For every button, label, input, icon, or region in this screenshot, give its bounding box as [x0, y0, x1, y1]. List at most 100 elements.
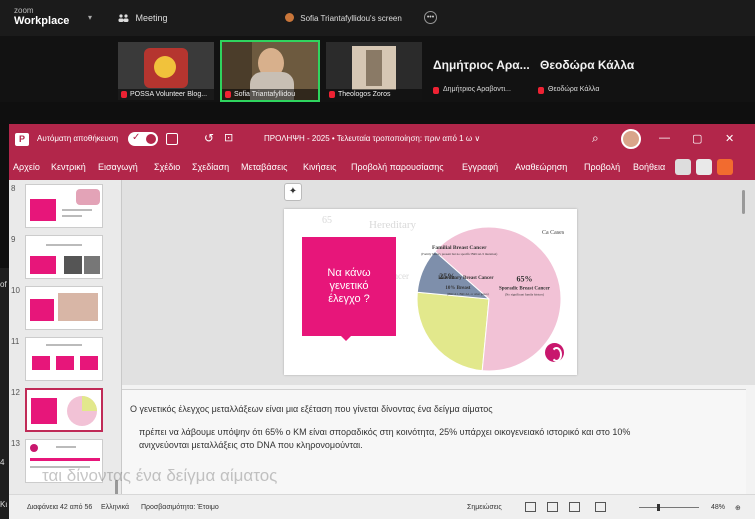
- save-icon[interactable]: [166, 133, 178, 145]
- chart-legend-title: Ca Cases: [542, 230, 565, 236]
- meeting-button[interactable]: Meeting: [118, 13, 168, 23]
- reading-view-icon[interactable]: [569, 502, 580, 512]
- tab-home[interactable]: Κεντρική: [51, 162, 86, 172]
- search-icon[interactable]: ⌕: [592, 131, 599, 146]
- slide-thumbnail-selected[interactable]: [25, 388, 103, 432]
- thumb-number: 9: [11, 235, 16, 244]
- gallery-fragment: of: [0, 280, 7, 289]
- organization-logo-icon: [545, 343, 564, 362]
- slice-label: Sporadic Breast Cancer: [499, 287, 551, 292]
- slide-thumbnail[interactable]: [25, 286, 103, 330]
- status-bar: Διαφάνεια 42 από 56 Ελληνικά Προσβασιμότ…: [9, 494, 755, 519]
- shared-screen-label: Sofia Triantafyllidou's screen: [285, 13, 402, 23]
- user-avatar[interactable]: [621, 129, 641, 149]
- fit-slide-icon[interactable]: ⊕: [735, 504, 741, 512]
- normal-view-icon[interactable]: [525, 502, 536, 512]
- thumb-number: 11: [11, 337, 20, 346]
- participant-name: Theologos Zoros: [326, 89, 422, 100]
- tab-animations[interactable]: Κινήσεις: [303, 162, 336, 172]
- thumb-number: 13: [11, 439, 20, 448]
- participant-name-large[interactable]: Θεοδώρα Κάλλα: [540, 58, 634, 72]
- pie-slice: [416, 291, 490, 372]
- gallery-fragment: 4: [0, 458, 5, 467]
- participant-tile[interactable]: Theologos Zoros: [326, 42, 422, 100]
- slide-counter[interactable]: Διαφάνεια 42 από 56: [27, 504, 92, 511]
- participant-subname: Δημήτριος Αραβοντι...: [433, 86, 511, 94]
- slide-sorter-icon[interactable]: [547, 502, 558, 512]
- notes-line: ανιχνεύονται μεταλλάξεις στο DNA που κλη…: [139, 440, 363, 450]
- chevron-down-icon[interactable]: ▾: [88, 13, 92, 22]
- designer-icon[interactable]: ✦: [284, 183, 302, 201]
- edit-area-scrollbar[interactable]: [742, 190, 745, 214]
- thumb-number: 12: [11, 388, 20, 397]
- notes-button[interactable]: Σημειώσεις: [467, 504, 502, 511]
- tab-insert[interactable]: Εισαγωγή: [98, 162, 138, 172]
- notes-line: πρέπει να λάβουμε υπόψην ότι 65% ο ΚΜ εί…: [139, 427, 631, 437]
- people-icon: [118, 14, 129, 22]
- ribbon-tabs: Αρχείο Κεντρική Εισαγωγή Σχέδιο Σχεδίαση…: [9, 155, 755, 180]
- document-title[interactable]: ΠΡΟΛΗΨΗ - 2025 • Τελευταία τροποποίηση: …: [264, 134, 480, 143]
- zoom-logo: zoom Workplace: [14, 5, 69, 27]
- gallery-sliver: of 4 Κι: [0, 268, 9, 519]
- comments-icon[interactable]: [696, 159, 712, 175]
- tab-slideshow[interactable]: Προβολή παρουσίασης: [351, 162, 444, 172]
- mic-muted-icon: [225, 91, 231, 98]
- current-slide[interactable]: 65 Hereditary Sporadic Breast Cancer Να …: [284, 209, 577, 375]
- participant-name: Sofia Triantafyllidou: [222, 89, 318, 100]
- pie-chart: Ca Cases Familial Breast Cancer(Family h…: [416, 226, 565, 372]
- tab-record[interactable]: Εγγραφή: [462, 162, 498, 172]
- thumb-number: 8: [11, 184, 16, 193]
- record-icon[interactable]: [675, 159, 691, 175]
- minimize-icon[interactable]: —: [659, 132, 670, 144]
- tab-view[interactable]: Προβολή: [584, 162, 620, 172]
- slice-sublabel: (No significant family history): [505, 293, 544, 297]
- slide-thumbnail[interactable]: [25, 337, 103, 381]
- mic-muted-icon: [329, 91, 335, 98]
- subtitle-caption: ται δίνοντας ένα δείγμα αίματος: [42, 466, 278, 485]
- notes-line: Ο γενετικός έλεγχος μεταλλάξεων είναι μι…: [130, 404, 493, 414]
- accessibility-status[interactable]: Προσβασιμότητα: Έτοιμο: [141, 504, 219, 511]
- meeting-label: Meeting: [135, 13, 168, 23]
- share-icon[interactable]: [717, 159, 733, 175]
- tab-draw[interactable]: Σχέδιο: [154, 162, 180, 172]
- participant-name: POSSA Volunteer Blog...: [118, 89, 214, 100]
- autosave-label: Αυτόματη αποθήκευση: [37, 134, 119, 143]
- more-options-icon[interactable]: •••: [424, 11, 437, 24]
- language-indicator[interactable]: Ελληνικά: [101, 504, 129, 511]
- close-icon[interactable]: ✕: [725, 132, 734, 145]
- zoom-top-bar: zoom Workplace ▾ Meeting Sofia Triantafy…: [0, 0, 755, 36]
- zoom-percent[interactable]: 48%: [711, 504, 725, 511]
- slice-label: Hereditary Breast Cancer: [438, 276, 494, 281]
- mic-muted-icon: [433, 87, 439, 94]
- slideshow-view-icon[interactable]: [595, 502, 606, 512]
- tab-file[interactable]: Αρχείο: [13, 162, 40, 172]
- participant-tile-active[interactable]: Sofia Triantafyllidou: [220, 40, 320, 102]
- participant-name-large[interactable]: Δημήτριος Αρα...: [433, 58, 530, 72]
- participants-strip: POSSA Volunteer Blog... Sofia Triantafyl…: [0, 36, 755, 102]
- tab-transitions[interactable]: Μεταβάσεις: [241, 162, 287, 172]
- zoom-logo-big: Workplace: [14, 15, 70, 27]
- slice-sublabel: (Family history present but no specific …: [421, 252, 497, 256]
- participant-tile[interactable]: POSSA Volunteer Blog...: [118, 42, 214, 100]
- presenter-avatar: [285, 13, 294, 22]
- slide-thumbnail[interactable]: [25, 184, 103, 228]
- door: [366, 50, 382, 86]
- zoom-slider[interactable]: [639, 504, 699, 511]
- mic-muted-icon: [538, 87, 544, 94]
- mic-muted-icon: [121, 91, 127, 98]
- zoom-slider-knob[interactable]: [657, 504, 660, 511]
- slice-percent: 10% Breast: [445, 286, 470, 291]
- check-icon: ✓: [132, 132, 141, 143]
- participant-subname: Θεοδώρα Κάλλα: [538, 86, 599, 94]
- slide-thumbnail[interactable]: [25, 235, 103, 279]
- powerpoint-logo-icon: P: [15, 133, 29, 146]
- maximize-icon[interactable]: ▢: [692, 132, 702, 145]
- tab-review[interactable]: Αναθεώρηση: [515, 162, 567, 172]
- present-icon[interactable]: ⊡: [224, 131, 233, 144]
- gallery-fragment: Κι: [0, 500, 8, 509]
- autosave-toggle[interactable]: ✓: [128, 132, 158, 146]
- undo-icon[interactable]: ↺: [204, 131, 214, 145]
- slice-label: Familial Breast Cancer: [432, 245, 487, 251]
- tab-help[interactable]: Βοήθεια: [633, 162, 665, 172]
- tab-design[interactable]: Σχεδίαση: [192, 162, 229, 172]
